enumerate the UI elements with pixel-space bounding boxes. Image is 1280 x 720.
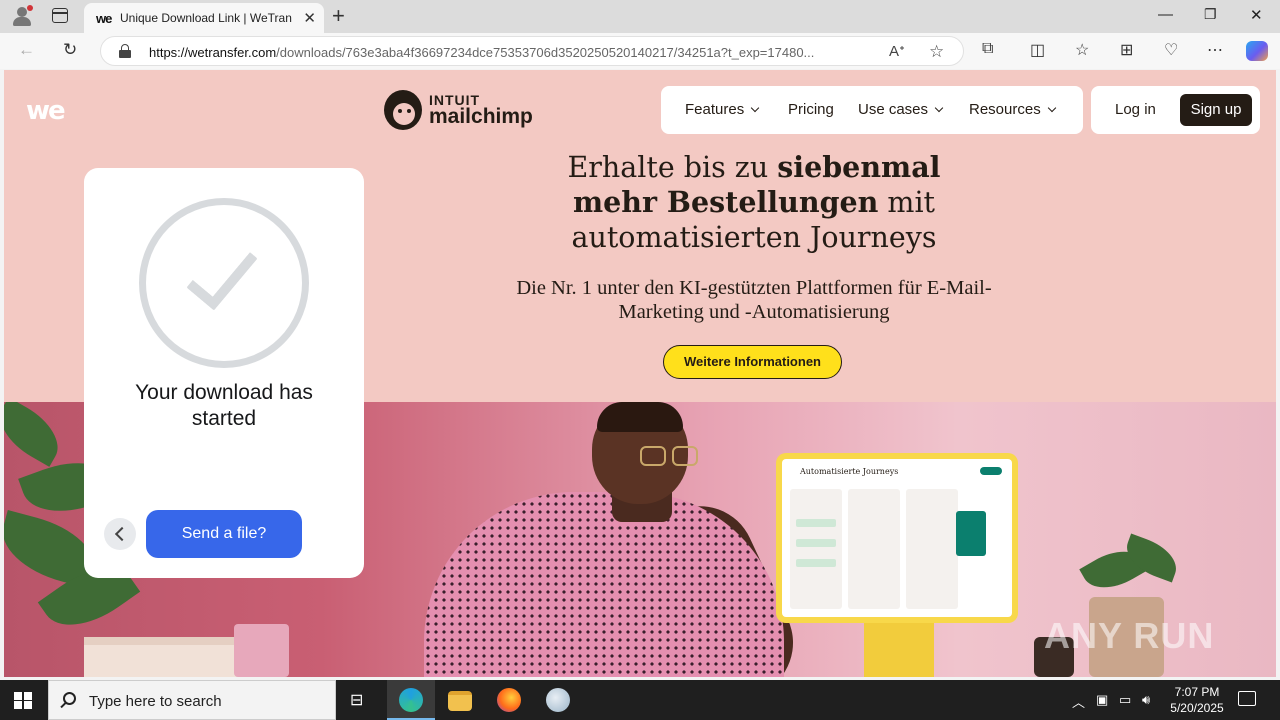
- copilot-icon[interactable]: [1246, 41, 1268, 61]
- screen-card: [796, 539, 836, 547]
- notification-icon[interactable]: [1238, 691, 1256, 706]
- tray-overflow-icon[interactable]: ︿: [1072, 692, 1085, 711]
- login-link[interactable]: Log in: [1115, 101, 1156, 118]
- screen-title: Automatisierte Journeys: [800, 467, 899, 476]
- download-panel: Your download has started Send a file?: [84, 168, 364, 578]
- nav-use-cases[interactable]: Use cases: [858, 101, 944, 118]
- mailchimp-freddie-icon: [384, 90, 422, 130]
- screen-column: [906, 489, 958, 609]
- browser-nav-bar: ← ↻ https://wetransfer.com/downloads/763…: [0, 33, 1280, 69]
- send-file-button[interactable]: Send a file?: [146, 510, 302, 558]
- wetransfer-favicon-icon: we: [96, 11, 112, 26]
- signup-button[interactable]: Sign up: [1180, 94, 1252, 126]
- download-started-message: Your download has started: [135, 381, 313, 430]
- clock-date: 5/20/2025: [1170, 701, 1224, 715]
- tab-close-icon[interactable]: ✕: [303, 9, 316, 27]
- network-icon[interactable]: ▭: [1119, 692, 1131, 708]
- screen-card: [796, 519, 836, 527]
- favorites-icon[interactable]: ☆: [1075, 40, 1089, 60]
- restore-icon[interactable]: ❐: [1204, 6, 1217, 23]
- mailchimp-auth: Log in Sign up: [1091, 86, 1260, 134]
- favorite-star-icon[interactable]: ☆: [929, 42, 944, 62]
- tab-title: Unique Download Link | WeTransfer: [120, 11, 292, 25]
- volume-icon[interactable]: 🔊︎: [1142, 692, 1150, 708]
- refresh-icon[interactable]: ↻: [63, 40, 77, 60]
- chevron-down-icon: [750, 103, 760, 113]
- wetransfer-logo[interactable]: we: [26, 96, 66, 126]
- firefox-icon[interactable]: [497, 688, 521, 712]
- ad-subline: Die Nr. 1 unter den KI-gestützten Plattf…: [516, 277, 992, 323]
- read-aloud-icon[interactable]: Aᐩ: [889, 42, 905, 60]
- plant-leaf: [4, 402, 70, 467]
- chevron-down-icon: [1047, 103, 1056, 113]
- screen-column: [790, 489, 842, 609]
- monitor-stand: [864, 623, 934, 677]
- file-explorer-icon[interactable]: [448, 691, 472, 711]
- clock-time: 7:07 PM: [1174, 685, 1220, 699]
- ad-headline: Erhalte bis zu siebenmal mehr Bestellung…: [567, 150, 941, 254]
- nav-resources[interactable]: Resources: [969, 101, 1056, 118]
- task-view-icon[interactable]: ⊟: [350, 690, 363, 710]
- clock[interactable]: 7:07 PM 5/20/2025: [1160, 684, 1234, 716]
- windows-start-icon[interactable]: [14, 692, 32, 709]
- back-arrow-button[interactable]: [104, 518, 136, 550]
- nav-features[interactable]: Features: [685, 101, 760, 118]
- taskbar: Type here to search ⊟ ︿ ▣ ▭ 🔊︎ 7:07 PM 5…: [0, 680, 1280, 720]
- browser-essentials-icon[interactable]: ♡: [1164, 40, 1178, 60]
- chevron-down-icon: [934, 103, 944, 113]
- split-screen-icon[interactable]: ◫: [1030, 40, 1045, 60]
- collections-icon[interactable]: ⊞: [1120, 40, 1133, 60]
- paint-icon[interactable]: [546, 688, 570, 712]
- screen-button: [980, 467, 1002, 475]
- mailchimp-brand-name: mailchimp: [429, 105, 533, 128]
- close-icon[interactable]: ✕: [1250, 6, 1263, 24]
- more-info-button[interactable]: Weitere Informationen: [663, 345, 842, 379]
- search-placeholder: Type here to search: [89, 693, 222, 710]
- taskbar-search[interactable]: Type here to search: [48, 680, 336, 720]
- tab-wetransfer[interactable]: we Unique Download Link | WeTransfer ✕: [84, 3, 324, 33]
- back-icon[interactable]: ←: [18, 40, 35, 60]
- monitor: Automatisierte Journeys: [776, 453, 1018, 623]
- minimize-icon[interactable]: —: [1158, 6, 1173, 23]
- books: [84, 637, 254, 677]
- url-text[interactable]: https://wetransfer.com/downloads/763e3ab…: [149, 45, 889, 60]
- checkmark-icon: [139, 198, 309, 368]
- address-bar[interactable]: https://wetransfer.com/downloads/763e3ab…: [100, 36, 964, 66]
- screen-card: [796, 559, 836, 567]
- screen-column: [848, 489, 900, 609]
- profile-icon[interactable]: [9, 4, 35, 28]
- lock-icon[interactable]: [119, 44, 131, 58]
- mailchimp-nav: Features Pricing Use cases Resources: [661, 86, 1083, 134]
- new-tab-icon[interactable]: +: [332, 3, 345, 29]
- nav-pricing[interactable]: Pricing: [788, 101, 834, 118]
- search-icon: [63, 692, 76, 705]
- glasses: [640, 446, 702, 468]
- screen-phone-preview: [956, 511, 986, 556]
- monitor-screen: Automatisierte Journeys: [782, 459, 1012, 617]
- tab-actions-icon[interactable]: [52, 8, 68, 23]
- more-menu-icon[interactable]: ⋯: [1207, 40, 1223, 60]
- man-hair: [597, 402, 683, 432]
- extensions-icon[interactable]: ⧉: [982, 40, 993, 58]
- anyrun-watermark: ANY RUN: [1044, 615, 1215, 656]
- edge-icon[interactable]: [399, 688, 423, 712]
- browser-tab-bar: we Unique Download Link | WeTransfer ✕ +…: [0, 0, 1280, 33]
- pencil-cup: [234, 624, 289, 677]
- web-page: we INTUIT mailchimp Features Pricing Use…: [4, 70, 1276, 677]
- tray-device-icon[interactable]: ▣: [1096, 692, 1108, 708]
